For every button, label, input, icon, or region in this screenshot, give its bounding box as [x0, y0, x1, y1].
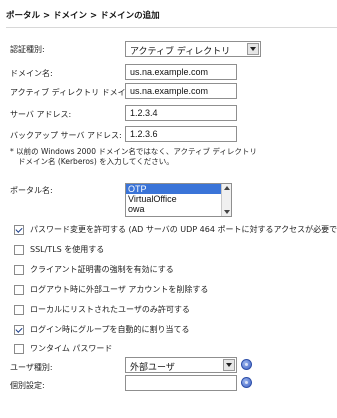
checkbox-label: パスワード変更を許可する (AD サーバの UDP 464 ポートに対するアクセ…	[30, 225, 337, 234]
use-ssl-tls-option[interactable]: SSL/TLS を使用する	[14, 244, 104, 255]
domain-name-input[interactable]: us.na.example.com	[125, 64, 237, 80]
scroll-up-icon[interactable]	[224, 186, 230, 190]
one-time-password-checkbox[interactable]	[14, 343, 24, 354]
portal-option[interactable]: owa	[126, 204, 231, 214]
checkbox-label: ログアウト時に外部ユーザ アカウントを削除する	[30, 285, 209, 294]
portal-name-label: ポータル名:	[10, 186, 53, 195]
domain-name-label: ドメイン名:	[10, 69, 53, 78]
checkbox-label: ログイン時にグループを自動的に割り当てる	[30, 325, 190, 334]
delete-external-user-checkbox[interactable]	[14, 284, 24, 295]
checkbox-label: ローカルにリストされたユーザのみ許可する	[30, 305, 190, 314]
local-users-only-option[interactable]: ローカルにリストされたユーザのみ許可する	[14, 304, 190, 315]
auto-assign-groups-option[interactable]: ログイン時にグループを自動的に割り当てる	[14, 324, 190, 335]
delete-external-user-option[interactable]: ログアウト時に外部ユーザ アカウントを削除する	[14, 284, 208, 295]
info-icon[interactable]	[241, 359, 252, 370]
note-line-1: * 以前の Windows 2000 ドメイン名ではなく、アクティブ ディレクト…	[10, 147, 257, 156]
checkbox-label: ワンタイム パスワード	[30, 344, 113, 353]
server-address-label: サーバ アドレス:	[10, 110, 72, 119]
use-ssl-tls-checkbox[interactable]	[14, 244, 24, 255]
auto-assign-groups-checkbox[interactable]	[14, 324, 24, 335]
breadcrumb: ポータル > ドメイン > ドメインの追加	[6, 11, 160, 21]
server-address-input[interactable]: 1.2.3.4	[125, 105, 237, 121]
listbox-scrollbar[interactable]	[221, 184, 231, 216]
portal-option[interactable]: VirtualOffice	[126, 194, 231, 204]
user-type-select[interactable]: 外部ユーザ	[125, 357, 237, 373]
auth-type-value: アクティブ ディレクトリ	[130, 47, 231, 57]
allow-password-change-checkbox[interactable]	[14, 224, 24, 235]
info-icon[interactable]	[241, 377, 252, 388]
auth-type-select[interactable]: アクティブ ディレクトリ	[125, 41, 261, 57]
user-type-label: ユーザ種別:	[10, 363, 53, 372]
group-label: 個別設定:	[10, 381, 45, 390]
backup-server-address-label: バックアップ サーバ アドレス:	[10, 131, 122, 140]
group-input[interactable]	[125, 375, 237, 391]
scroll-down-icon[interactable]	[224, 210, 230, 214]
note-line-2: ドメイン名 (Kerberos) を入力してください。	[18, 157, 174, 166]
checkbox-label: SSL/TLS を使用する	[30, 245, 105, 254]
auth-type-label: 認証種別:	[10, 45, 45, 54]
portal-name-listbox[interactable]: OTP VirtualOffice owa	[125, 183, 232, 217]
client-cert-enforcement-option[interactable]: クライアント証明書の強制を有効にする	[14, 264, 174, 275]
local-users-only-checkbox[interactable]	[14, 304, 24, 315]
domain-name-note: * 以前の Windows 2000 ドメイン名ではなく、アクティブ ディレクト…	[10, 147, 330, 167]
chevron-down-icon[interactable]	[223, 359, 235, 371]
chevron-down-icon[interactable]	[247, 43, 259, 55]
one-time-password-option[interactable]: ワンタイム パスワード	[14, 343, 112, 354]
backup-server-address-input[interactable]: 1.2.3.6	[125, 126, 237, 142]
allow-password-change-option[interactable]: パスワード変更を許可する (AD サーバの UDP 464 ポートに対するアクセ…	[14, 224, 337, 235]
ad-domain-name-input[interactable]: us.na.example.com	[125, 83, 237, 99]
header-divider	[6, 27, 337, 28]
client-cert-enforcement-checkbox[interactable]	[14, 264, 24, 275]
portal-option[interactable]: OTP	[126, 184, 231, 194]
user-type-value: 外部ユーザ	[130, 363, 175, 373]
checkbox-label: クライアント証明書の強制を有効にする	[30, 265, 174, 274]
